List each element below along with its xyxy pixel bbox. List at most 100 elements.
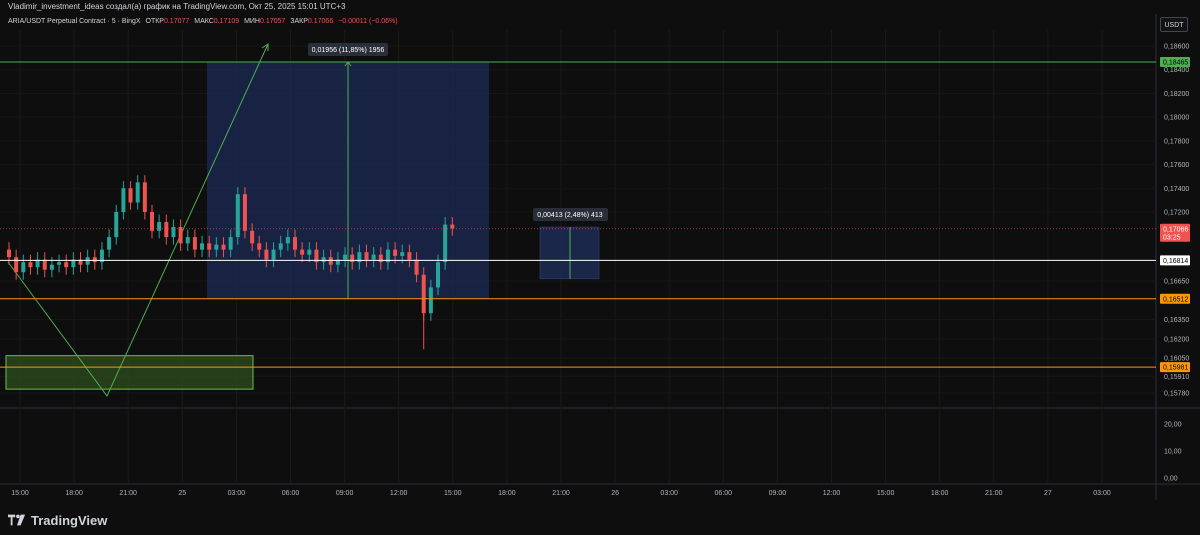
candle — [285, 237, 290, 244]
time-tick-label: 06:00 — [282, 490, 300, 497]
time-tick-label: 03:00 — [1093, 490, 1111, 497]
price-tick-label: 0,17800 — [1164, 138, 1189, 145]
volume-tick-label: 20,00 — [1164, 422, 1182, 429]
open-label: ОТКР — [145, 18, 164, 25]
candle — [64, 262, 69, 268]
candle — [436, 262, 440, 288]
candle — [49, 264, 54, 270]
logo-text: TradingView — [31, 512, 108, 528]
candle — [21, 262, 26, 273]
candle — [221, 244, 226, 250]
time-tick-label: 03:00 — [660, 490, 678, 497]
time-tick-label: 27 — [1044, 490, 1052, 497]
candle — [71, 259, 76, 268]
candle — [142, 182, 147, 212]
time-tick-label: 12:00 — [390, 490, 408, 497]
candle — [150, 212, 154, 231]
candle — [328, 257, 333, 265]
levels — [0, 61, 1156, 368]
candle — [99, 249, 104, 263]
candle — [343, 254, 348, 260]
candle — [264, 249, 269, 260]
time-tick-label: 15:00 — [11, 490, 29, 497]
time-tick-label: 25 — [178, 490, 186, 497]
volume-tick-label: 10,00 — [1164, 449, 1182, 456]
close-value: 0.17066 — [307, 18, 334, 25]
candle — [135, 182, 140, 203]
candle — [28, 262, 33, 268]
candle — [200, 243, 205, 250]
candle — [192, 237, 197, 250]
price-label-bg — [1160, 255, 1190, 266]
candle — [278, 243, 283, 250]
candle — [443, 224, 448, 263]
candle — [385, 249, 390, 263]
symbol-name[interactable]: ARIA/USDT Perpetual Contract · 5 · BingX — [8, 18, 141, 25]
range-measure-label-bg — [308, 43, 388, 56]
price-tick-label: 0,16650 — [1164, 279, 1189, 286]
candle — [228, 237, 233, 250]
candle — [364, 252, 369, 260]
demand-zone-box — [5, 355, 254, 390]
axes: 15:00 18:00 21:00 25 03:00 06:00 09:00 12:00 15:… — [11, 44, 1190, 497]
time-tick-label: 12:00 — [823, 490, 841, 497]
time-tick-label: 15:00 — [877, 490, 895, 497]
candle — [121, 188, 126, 212]
candle — [164, 222, 169, 238]
candle — [335, 259, 340, 265]
price-tick-label: 0,18000 — [1164, 115, 1189, 122]
candle — [250, 230, 255, 244]
low-value: 0.17057 — [259, 18, 286, 25]
price-label: 0,16512 — [1163, 296, 1188, 303]
candle — [321, 257, 326, 263]
price-label-bg — [1160, 57, 1190, 68]
chart-header: Vladimir_investment_ideas создал(а) граф… — [0, 0, 1200, 14]
candle — [114, 212, 119, 238]
candle — [7, 249, 11, 258]
currency-selector[interactable]: USDT — [1160, 17, 1188, 32]
candle — [92, 257, 97, 263]
price-tick-label: 0,16050 — [1164, 356, 1189, 363]
candle — [171, 227, 176, 238]
candle — [450, 224, 455, 229]
candle — [350, 254, 355, 263]
candle — [78, 259, 83, 265]
candle — [378, 254, 383, 263]
price-tick-label: 0,15780 — [1164, 391, 1189, 398]
candle — [421, 274, 426, 314]
candle — [35, 259, 40, 268]
candle — [185, 237, 190, 244]
price-label: 0,17066 — [1163, 226, 1188, 233]
candle — [314, 249, 319, 263]
tradingview-logo-icon — [8, 514, 26, 526]
projection-path — [7, 43, 269, 397]
range-measure-label: 0,01956 (11,85%) 1956 — [312, 47, 385, 54]
tradingview-logo[interactable]: TradingView — [8, 510, 107, 530]
price-label: 0,16814 — [1163, 258, 1188, 265]
projection-arrow-head — [261, 43, 269, 51]
candle — [414, 259, 419, 275]
candle — [307, 249, 312, 255]
low-label: МИН — [244, 18, 260, 25]
range-measure-box — [207, 62, 489, 299]
price-label: 0,18465 — [1163, 60, 1188, 67]
price-tick-label: 0,15910 — [1164, 374, 1189, 381]
countdown-label: 03:25 — [1163, 234, 1181, 241]
time-tick-label: 21:00 — [985, 490, 1003, 497]
candle — [14, 257, 19, 273]
symbol-legend: ARIA/USDT Perpetual Contract · 5 · BingX… — [8, 16, 401, 28]
time-tick-label: 26 — [611, 490, 619, 497]
price-tick-label: 0,17400 — [1164, 186, 1189, 193]
price-chart[interactable]: 0,01956 (11,85%) 1956 0,00413 (2,48%) 413… — [0, 0, 1200, 535]
candle — [57, 262, 62, 265]
candle — [371, 254, 376, 260]
price-label-bg — [1160, 223, 1190, 242]
change-value: −0.00011 (−0.06%) — [338, 18, 398, 25]
price-tick-label: 0,16350 — [1164, 317, 1189, 324]
time-tick-label: 18:00 — [498, 490, 516, 497]
candle — [428, 287, 433, 314]
author-line: Vladimir_investment_ideas создал(а) граф… — [8, 2, 346, 11]
time-tick-label: 15:00 — [444, 490, 462, 497]
time-tick-label: 21:00 — [119, 490, 137, 497]
price-label-bg — [1160, 362, 1190, 373]
